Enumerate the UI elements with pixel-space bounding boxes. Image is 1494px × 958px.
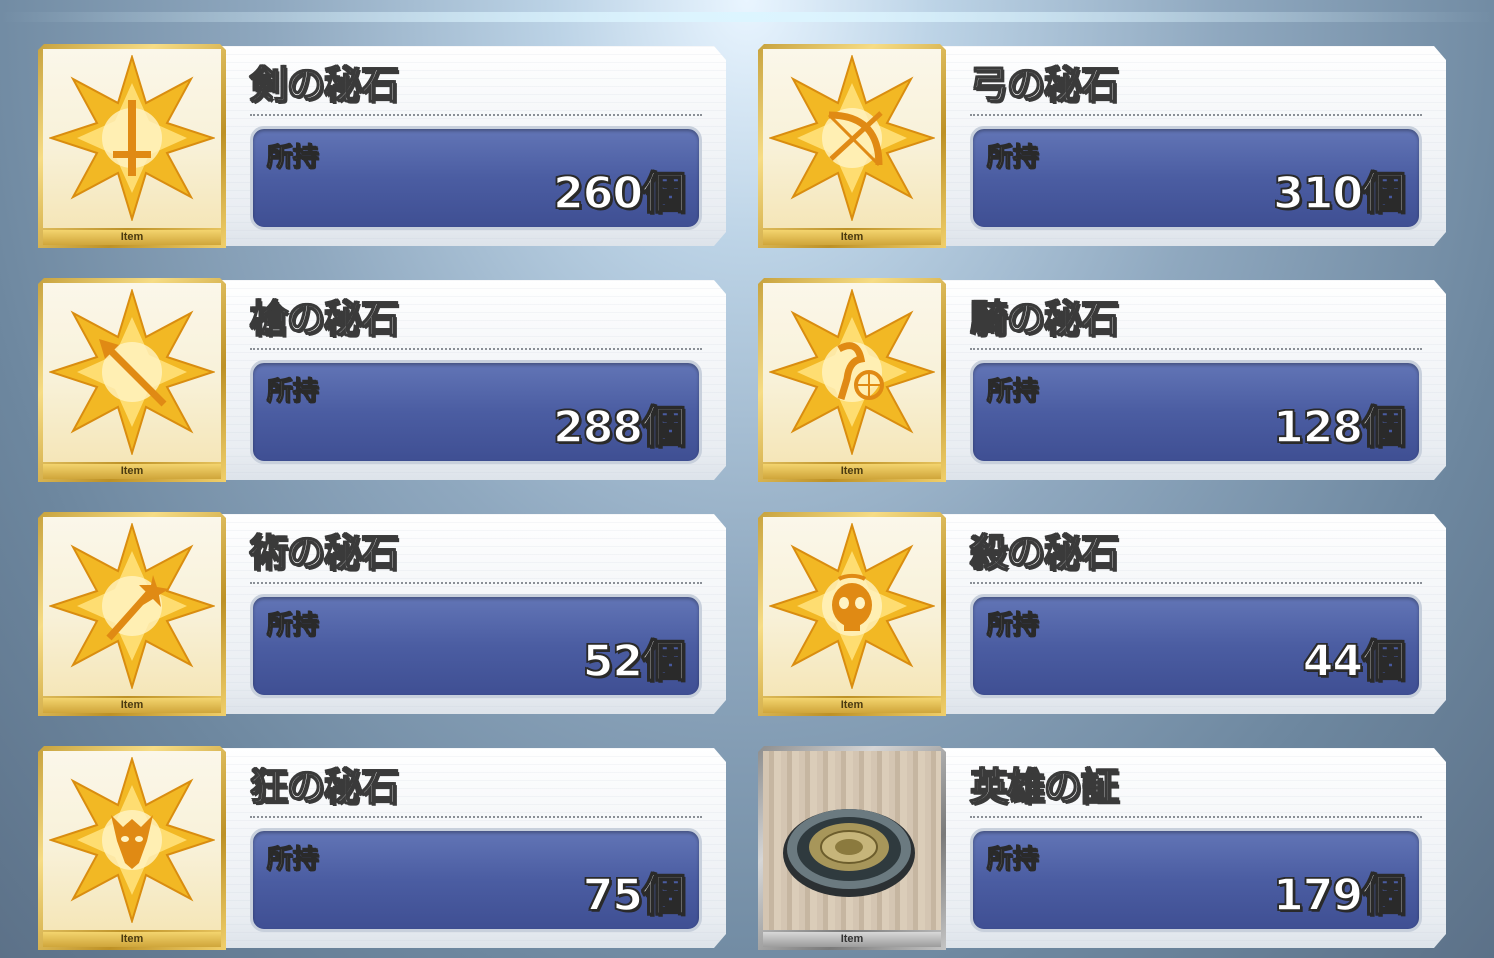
owned-label: 所持 [986,611,1040,642]
item-card[interactable]: Item 術の秘石 所持 52個 [38,512,726,716]
item-type-tag: Item [43,698,221,713]
item-card[interactable]: Item 騎の秘石 所持 128個 [758,278,1446,482]
owned-label: 所持 [986,377,1040,408]
item-type-tag: Item [43,464,221,479]
item-card[interactable]: Item 狂の秘石 所持 75個 [38,746,726,950]
divider [250,114,702,116]
owned-count-box: 所持 52個 [250,594,702,698]
divider [970,582,1422,584]
owned-count: 128個 [1272,401,1406,454]
item-card[interactable]: Item 剣の秘石 所持 260個 [38,44,726,248]
item-icon-frame: Item [38,512,226,716]
item-icon-frame: Item [758,746,946,950]
caster-gem-icon [43,517,221,696]
owned-label: 所持 [266,611,320,642]
item-type-tag: Item [43,932,221,947]
item-name: 騎の秘石 [969,296,1120,342]
divider [970,114,1422,116]
divider [250,816,702,818]
item-name: 狂の秘石 [249,764,400,810]
divider [250,348,702,350]
owned-count-box: 所持 128個 [970,360,1422,464]
lancer-gem-icon [43,283,221,462]
item-icon-frame: Item [758,44,946,248]
item-card[interactable]: Item 殺の秘石 所持 44個 [758,512,1446,716]
heroic-badge-icon [763,751,941,930]
assassin-gem-icon [763,517,941,696]
item-card[interactable]: Item 弓の秘石 所持 310個 [758,44,1446,248]
item-type-tag: Item [763,230,941,245]
owned-label: 所持 [266,377,320,408]
owned-label: 所持 [986,845,1040,876]
owned-label: 所持 [986,143,1040,174]
saber-gem-icon [43,49,221,228]
item-card[interactable]: Item 槍の秘石 所持 288個 [38,278,726,482]
owned-count-box: 所持 44個 [970,594,1422,698]
item-icon-frame: Item [38,44,226,248]
owned-count: 52個 [582,635,687,688]
item-name: 槍の秘石 [249,296,400,342]
owned-count-box: 所持 288個 [250,360,702,464]
item-name: 弓の秘石 [969,62,1120,108]
owned-label: 所持 [266,845,320,876]
berserker-gem-icon [43,751,221,930]
item-list: Item 剣の秘石 所持 260個 Item 弓の秘石 所持 310個 Item… [0,0,1494,958]
item-type-tag: Item [43,230,221,245]
owned-count-box: 所持 179個 [970,828,1422,932]
item-icon-frame: Item [758,278,946,482]
item-card[interactable]: Item 英雄の証 所持 179個 [758,746,1446,950]
item-type-tag: Item [763,464,941,479]
divider [970,816,1422,818]
owned-count-box: 所持 75個 [250,828,702,932]
item-icon-frame: Item [38,278,226,482]
divider [250,582,702,584]
divider [970,348,1422,350]
owned-count: 44個 [1302,635,1407,688]
item-name: 剣の秘石 [249,62,400,108]
owned-label: 所持 [266,143,320,174]
item-name: 英雄の証 [969,764,1120,810]
owned-count: 288個 [552,401,686,454]
owned-count-box: 所持 260個 [250,126,702,230]
item-name: 殺の秘石 [969,530,1120,576]
rider-gem-icon [763,283,941,462]
item-icon-frame: Item [758,512,946,716]
owned-count: 179個 [1272,869,1406,922]
item-type-tag: Item [763,698,941,713]
item-icon-frame: Item [38,746,226,950]
item-type-tag: Item [763,932,941,947]
owned-count: 310個 [1272,167,1406,220]
archer-gem-icon [763,49,941,228]
owned-count: 260個 [552,167,686,220]
owned-count: 75個 [582,869,687,922]
owned-count-box: 所持 310個 [970,126,1422,230]
item-name: 術の秘石 [249,530,400,576]
